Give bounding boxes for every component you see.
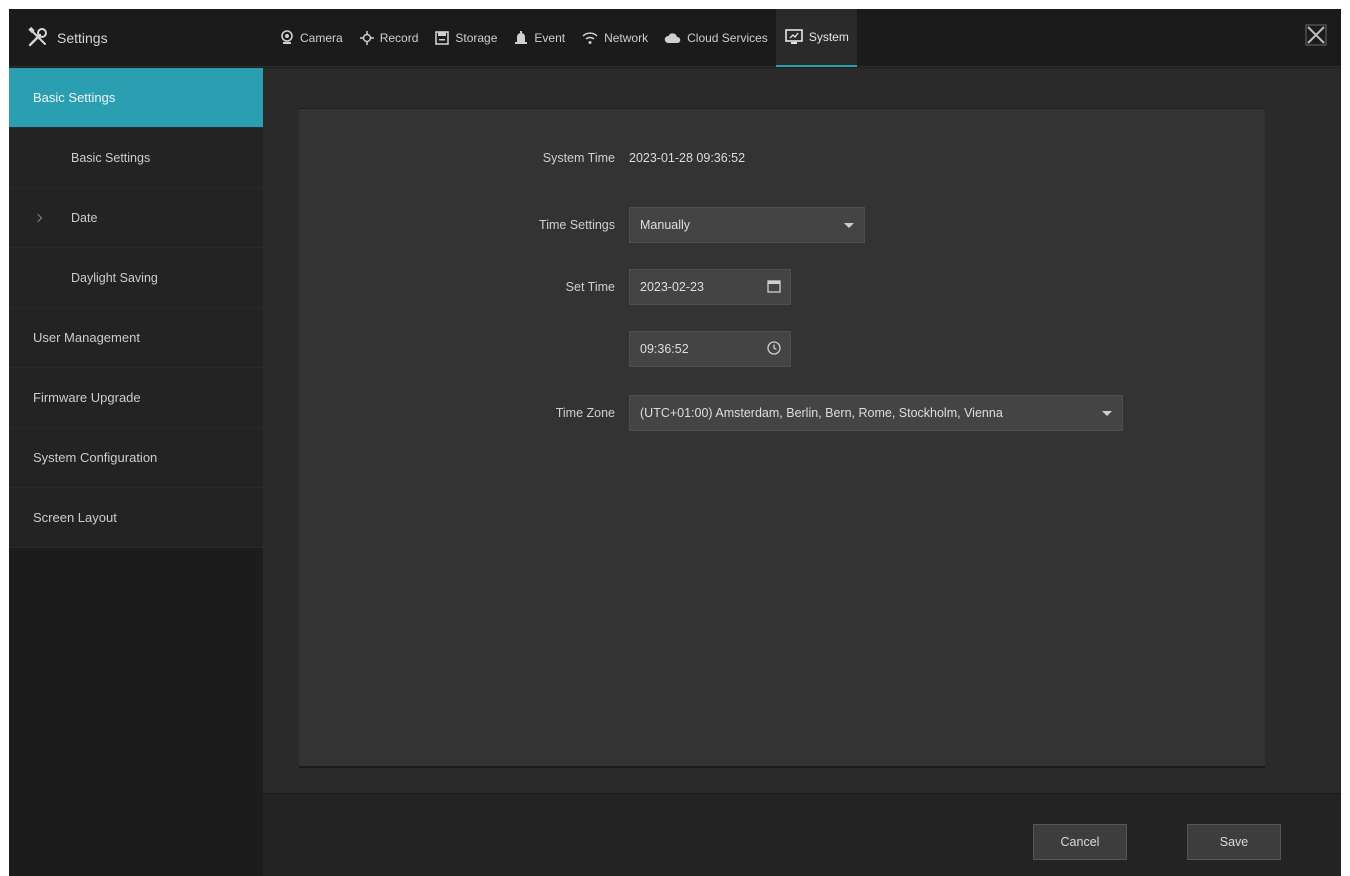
tab-record[interactable]: Record: [351, 9, 427, 67]
network-icon: [581, 30, 599, 46]
time-picker[interactable]: 09:36:52: [629, 331, 791, 367]
cloud-icon: [664, 30, 682, 46]
tab-cloud-services[interactable]: Cloud Services: [656, 9, 776, 67]
tab-label: Event: [534, 31, 566, 45]
sidebar-item-basic-settings[interactable]: Basic Settings: [9, 68, 263, 128]
system-time-row: System Time 2023-01-28 09:36:52: [429, 151, 745, 165]
close-icon: [1305, 24, 1327, 49]
tab-label: Record: [379, 31, 419, 45]
system-time-value: 2023-01-28 09:36:52: [629, 151, 746, 165]
sidebar-item-label: Daylight Saving: [71, 270, 158, 285]
close-button[interactable]: [1303, 23, 1329, 49]
set-date-row: Set Time 2023-02-23: [429, 269, 791, 305]
chevron-down-icon: [1102, 410, 1112, 416]
tab-label: Cloud Services: [687, 31, 768, 45]
chevron-left-icon: [33, 213, 43, 222]
tab-label: System: [808, 30, 849, 44]
time-zone-row: Time Zone (UTC+01:00) Amsterdam, Berlin,…: [429, 395, 1123, 431]
sidebar-subitem-basic-settings[interactable]: Basic Settings: [9, 128, 263, 188]
tab-storage[interactable]: Storage: [426, 9, 505, 67]
storage-icon: [434, 30, 450, 46]
settings-sidebar: Basic Settings Basic Settings Date Dayli…: [9, 68, 263, 876]
cancel-button[interactable]: Cancel: [1033, 824, 1127, 860]
settings-window: Settings Camera Record Storage Event Net…: [9, 9, 1341, 876]
time-value: 09:36:52: [640, 342, 689, 356]
system-time-label: System Time: [542, 151, 615, 165]
clock-icon[interactable]: [766, 340, 782, 359]
camera-icon: [279, 30, 295, 46]
tab-network[interactable]: Network: [573, 9, 656, 67]
sidebar-item-firmware-upgrade[interactable]: Firmware Upgrade: [9, 368, 263, 428]
time-settings-label: Time Settings: [539, 218, 615, 232]
time-zone-select[interactable]: (UTC+01:00) Amsterdam, Berlin, Bern, Rom…: [629, 395, 1123, 431]
top-navigation-bar: Settings Camera Record Storage Event Net…: [9, 9, 1341, 67]
footer-bar: Cancel Save: [263, 793, 1341, 876]
sidebar-item-screen-layout[interactable]: Screen Layout: [9, 488, 263, 548]
main-content: System Time 2023-01-28 09:36:52 Time Set…: [263, 68, 1341, 793]
sidebar-item-label: Screen Layout: [33, 510, 117, 525]
app-brand: Settings: [27, 9, 108, 67]
tab-system[interactable]: System: [775, 9, 857, 67]
time-settings-row: Time Settings Manually: [429, 207, 865, 243]
sidebar-subitem-daylight-saving[interactable]: Daylight Saving: [9, 248, 263, 308]
sidebar-item-label: User Management: [33, 330, 140, 345]
date-settings-panel: System Time 2023-01-28 09:36:52 Time Set…: [299, 108, 1265, 768]
system-monitor-icon: [784, 28, 804, 46]
time-settings-value: Manually: [640, 218, 691, 232]
time-zone-label: Time Zone: [555, 406, 615, 420]
time-zone-value: (UTC+01:00) Amsterdam, Berlin, Bern, Rom…: [640, 406, 1003, 420]
sidebar-item-label: Firmware Upgrade: [33, 390, 141, 405]
sidebar-item-label: System Configuration: [33, 450, 158, 465]
sidebar-item-label: Basic Settings: [33, 90, 116, 105]
time-settings-select[interactable]: Manually: [629, 207, 865, 243]
tab-label: Camera: [300, 31, 343, 45]
save-button[interactable]: Save: [1187, 824, 1281, 860]
date-picker[interactable]: 2023-02-23: [629, 269, 791, 305]
sidebar-item-label: Date: [71, 210, 98, 225]
set-time-label: Set Time: [565, 280, 615, 294]
tools-icon: [27, 26, 49, 51]
tab-event[interactable]: Event: [505, 9, 573, 67]
set-clock-row: 09:36:52: [629, 331, 791, 367]
app-title: Settings: [57, 30, 108, 46]
sidebar-item-label: Basic Settings: [71, 150, 151, 165]
event-icon: [513, 30, 529, 46]
tab-label: Network: [604, 31, 649, 45]
calendar-icon[interactable]: [766, 278, 782, 297]
chevron-down-icon: [844, 222, 854, 228]
tab-label: Storage: [455, 31, 498, 45]
date-value: 2023-02-23: [640, 280, 704, 294]
tab-camera[interactable]: Camera: [271, 9, 351, 67]
record-icon: [359, 30, 375, 46]
main-tabs: Camera Record Storage Event Network Clou…: [271, 9, 857, 67]
sidebar-item-system-configuration[interactable]: System Configuration: [9, 428, 263, 488]
sidebar-subitem-date[interactable]: Date: [9, 188, 263, 248]
sidebar-item-user-management[interactable]: User Management: [9, 308, 263, 368]
